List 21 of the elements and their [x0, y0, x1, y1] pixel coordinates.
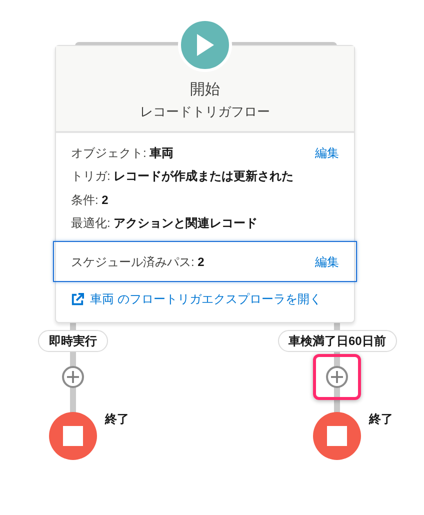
external-link-icon: [71, 292, 84, 306]
edit-link[interactable]: 編集: [315, 144, 339, 162]
path-label: 車検満了日60日前: [278, 330, 397, 352]
scheduled-paths-text: スケジュール済みパス: 2: [71, 254, 204, 270]
end-label: 終了: [105, 411, 129, 428]
detail-text: 条件: 2: [71, 192, 108, 209]
path-label: 即時実行: [38, 330, 108, 352]
start-title: 開始: [189, 80, 221, 100]
detail-text: 最適化: アクションと関連レコード: [71, 215, 258, 232]
explorer-link[interactable]: 車両 のフロートリガエクスプローラを開く: [90, 290, 322, 308]
scheduled-paths-row[interactable]: スケジュール済みパス: 2 編集: [53, 241, 357, 282]
plus-icon: [330, 370, 344, 384]
add-element-button[interactable]: [313, 354, 361, 400]
detail-text: トリガ: レコードが作成または更新された: [71, 168, 294, 186]
edit-link[interactable]: 編集: [315, 252, 339, 270]
end-icon: [49, 412, 97, 460]
end-label: 終了: [369, 411, 393, 428]
plus-icon: [66, 370, 80, 384]
end-icon: [313, 412, 361, 460]
flow-type-label: レコードトリガフロー: [139, 102, 271, 120]
detail-text: オブジェクト: 車両: [71, 144, 174, 162]
